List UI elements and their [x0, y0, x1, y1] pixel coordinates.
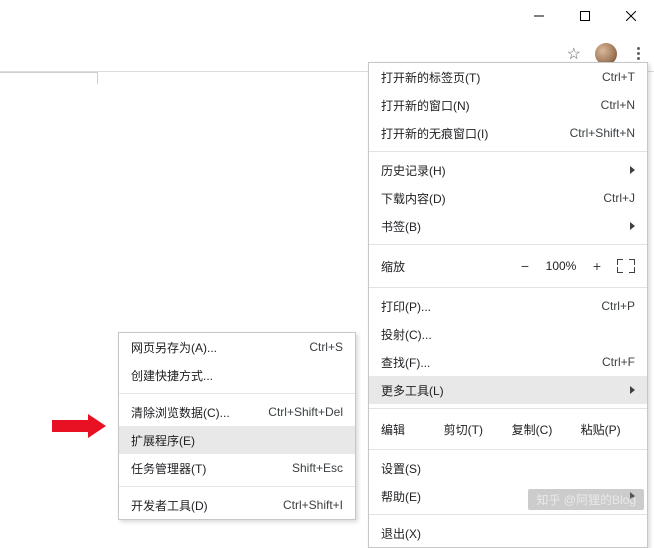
zoom-value: 100%: [539, 259, 583, 273]
menu-separator: [119, 486, 355, 487]
menu-separator: [369, 449, 647, 450]
menu-label: 网页另存为(A)...: [131, 339, 309, 356]
more-tools-submenu: 网页另存为(A)... Ctrl+S 创建快捷方式... 清除浏览数据(C)..…: [118, 332, 356, 520]
edit-paste[interactable]: 粘贴(P): [566, 421, 635, 438]
menu-label: 打开新的无痕窗口(I): [381, 125, 570, 142]
menu-shortcut: Ctrl+Shift+N: [570, 126, 635, 140]
submenu-arrow-icon: [630, 222, 635, 230]
menu-new-window[interactable]: 打开新的窗口(N) Ctrl+N: [369, 91, 647, 119]
menu-shortcut: Ctrl+N: [601, 98, 635, 112]
menu-zoom: 缩放 − 100% +: [369, 249, 647, 283]
menu-separator: [369, 244, 647, 245]
zoom-in-button[interactable]: +: [583, 258, 611, 274]
annotation-arrow-icon: [52, 414, 112, 438]
edit-copy[interactable]: 复制(C): [498, 421, 567, 438]
menu-new-incognito[interactable]: 打开新的无痕窗口(I) Ctrl+Shift+N: [369, 119, 647, 147]
submenu-task-manager[interactable]: 任务管理器(T) Shift+Esc: [119, 454, 355, 482]
menu-label: 下载内容(D): [381, 190, 603, 207]
menu-print[interactable]: 打印(P)... Ctrl+P: [369, 292, 647, 320]
menu-shortcut: Ctrl+Shift+Del: [268, 405, 343, 419]
menu-shortcut: Ctrl+J: [603, 191, 635, 205]
menu-label: 任务管理器(T): [131, 460, 292, 477]
fullscreen-icon[interactable]: [617, 259, 635, 273]
content-edge: [0, 72, 98, 84]
submenu-create-shortcut[interactable]: 创建快捷方式...: [119, 361, 355, 389]
menu-label: 设置(S): [381, 460, 635, 477]
menu-label: 打开新的标签页(T): [381, 69, 602, 86]
submenu-arrow-icon: [630, 386, 635, 394]
watermark-text: 知乎 @阿狸的Blog: [528, 489, 644, 510]
menu-label: 历史记录(H): [381, 162, 624, 179]
close-button[interactable]: [608, 0, 654, 32]
menu-label: 书签(B): [381, 218, 624, 235]
menu-edit-row: 编辑 剪切(T) 复制(C) 粘贴(P): [369, 413, 647, 445]
minimize-button[interactable]: [516, 0, 562, 32]
menu-label: 打开新的窗口(N): [381, 97, 601, 114]
menu-separator: [369, 514, 647, 515]
menu-settings[interactable]: 设置(S): [369, 454, 647, 482]
submenu-arrow-icon: [630, 166, 635, 174]
menu-label: 开发者工具(D): [131, 497, 283, 514]
zoom-out-button[interactable]: −: [511, 258, 539, 274]
menu-label: 更多工具(L): [381, 382, 624, 399]
menu-shortcut: Ctrl+F: [602, 355, 635, 369]
menu-shortcut: Ctrl+P: [601, 299, 635, 313]
menu-history[interactable]: 历史记录(H): [369, 156, 647, 184]
edit-label: 编辑: [381, 421, 429, 438]
main-menu: 打开新的标签页(T) Ctrl+T 打开新的窗口(N) Ctrl+N 打开新的无…: [368, 62, 648, 548]
submenu-save-as[interactable]: 网页另存为(A)... Ctrl+S: [119, 333, 355, 361]
menu-downloads[interactable]: 下载内容(D) Ctrl+J: [369, 184, 647, 212]
menu-exit[interactable]: 退出(X): [369, 519, 647, 547]
menu-bookmarks[interactable]: 书签(B): [369, 212, 647, 240]
menu-shortcut: Ctrl+S: [309, 340, 343, 354]
menu-shortcut: Ctrl+T: [602, 70, 635, 84]
menu-separator: [369, 151, 647, 152]
menu-separator: [119, 393, 355, 394]
menu-label: 投射(C)...: [381, 326, 635, 343]
menu-cast[interactable]: 投射(C)...: [369, 320, 647, 348]
submenu-extensions[interactable]: 扩展程序(E): [119, 426, 355, 454]
window-controls: [516, 0, 654, 32]
submenu-dev-tools[interactable]: 开发者工具(D) Ctrl+Shift+I: [119, 491, 355, 519]
menu-shortcut: Shift+Esc: [292, 461, 343, 475]
menu-separator: [369, 408, 647, 409]
zoom-label: 缩放: [381, 258, 511, 275]
menu-label: 创建快捷方式...: [131, 367, 343, 384]
menu-separator: [369, 287, 647, 288]
menu-find[interactable]: 查找(F)... Ctrl+F: [369, 348, 647, 376]
menu-label: 打印(P)...: [381, 298, 601, 315]
submenu-clear-data[interactable]: 清除浏览数据(C)... Ctrl+Shift+Del: [119, 398, 355, 426]
menu-more-tools[interactable]: 更多工具(L): [369, 376, 647, 404]
menu-shortcut: Ctrl+Shift+I: [283, 498, 343, 512]
menu-label: 查找(F)...: [381, 354, 602, 371]
maximize-button[interactable]: [562, 0, 608, 32]
bookmark-star-icon[interactable]: ☆: [567, 44, 581, 64]
edit-cut[interactable]: 剪切(T): [429, 421, 498, 438]
menu-label: 退出(X): [381, 525, 635, 542]
menu-label: 扩展程序(E): [131, 432, 343, 449]
menu-new-tab[interactable]: 打开新的标签页(T) Ctrl+T: [369, 63, 647, 91]
menu-label: 清除浏览数据(C)...: [131, 404, 268, 421]
